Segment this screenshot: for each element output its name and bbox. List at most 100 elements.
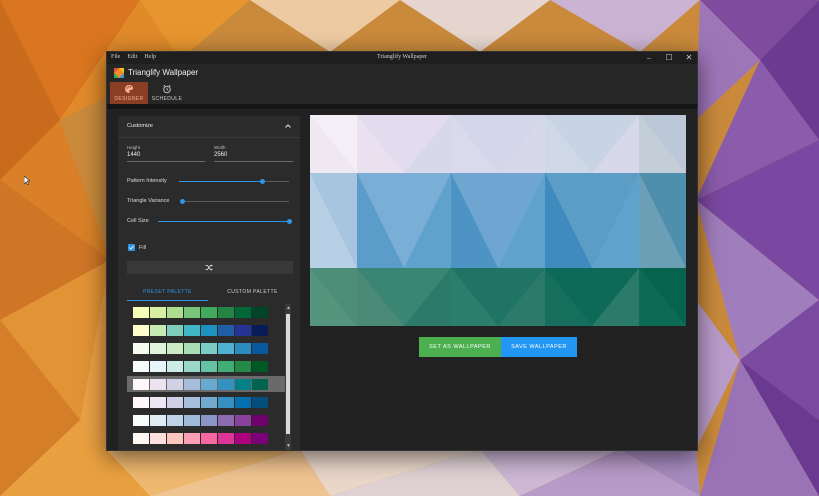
shuffle-button[interactable] — [127, 261, 293, 274]
palette-swatch — [167, 433, 183, 444]
window-controls: – ☐ ✕ — [645, 53, 693, 62]
palette-swatch — [201, 361, 217, 372]
pattern-intensity-thumb[interactable] — [260, 179, 266, 184]
save-wallpaper-button[interactable]: SAVE WALLPAPER — [501, 337, 577, 357]
app-name: Trianglify Wallpaper — [128, 68, 199, 77]
palette-swatch — [252, 433, 268, 444]
pattern-intensity-slider[interactable] — [179, 179, 289, 184]
height-underline — [127, 161, 205, 162]
width-label: Width — [214, 145, 226, 150]
palette-swatch — [218, 361, 234, 372]
palette-scrollbar[interactable]: ▲ ▼ — [285, 304, 291, 450]
palette-swatch — [252, 361, 268, 372]
cell-size-row: Cell Size — [127, 217, 293, 227]
palette-swatch — [235, 397, 251, 408]
customize-header[interactable]: Customize — [118, 116, 300, 138]
palette-swatch — [235, 361, 251, 372]
minimize-button[interactable]: – — [645, 53, 653, 62]
palette-swatch — [201, 415, 217, 426]
palette-swatch — [218, 307, 234, 318]
divider — [107, 104, 697, 109]
triangle-variance-thumb[interactable] — [179, 199, 185, 204]
width-underline — [214, 161, 293, 162]
chevron-up-icon[interactable] — [284, 122, 292, 130]
palette-swatch — [167, 415, 183, 426]
palette-swatch — [252, 307, 268, 318]
palette-swatch — [252, 379, 268, 390]
palette-swatch — [184, 361, 200, 372]
active-tab-indicator — [127, 300, 208, 301]
main-tabs: DESIGNER SCHEDULE — [110, 82, 186, 104]
palette-swatch — [184, 343, 200, 354]
palette-swatch — [184, 379, 200, 390]
title-bar[interactable]: File Edit Help Trianglify Wallpaper – ☐ … — [107, 52, 697, 64]
width-value: 2560 — [214, 152, 228, 158]
app-bar: Trianglify Wallpaper DESIGNER SCHEDULE — [107, 64, 697, 104]
palette-swatch — [150, 325, 166, 336]
palette-swatch — [167, 343, 183, 354]
palette-swatch — [167, 307, 183, 318]
tab-schedule-label: SCHEDULE — [151, 96, 183, 102]
palette-swatch — [133, 325, 149, 336]
scroll-up-icon[interactable]: ▲ — [286, 305, 291, 311]
customize-title: Customize — [127, 123, 153, 129]
wallpaper-preview — [310, 115, 686, 326]
mouse-cursor-icon — [24, 176, 30, 185]
fill-label: Fill — [139, 245, 147, 251]
palette-swatch — [150, 433, 166, 444]
alarm-clock-icon — [163, 84, 171, 94]
palette-row[interactable] — [127, 358, 285, 374]
triangle-variance-slider[interactable] — [179, 199, 289, 204]
palette-row[interactable] — [127, 322, 285, 338]
palette-swatch — [235, 433, 251, 444]
palette-swatch — [167, 361, 183, 372]
palette-tabs: PRESET PALETTE CUSTOM PALETTE — [127, 287, 293, 302]
palette-row[interactable] — [127, 394, 285, 410]
cell-size-thumb[interactable] — [286, 219, 292, 224]
palette-swatch — [184, 325, 200, 336]
palette-row[interactable] — [127, 412, 285, 428]
palette-swatch — [150, 397, 166, 408]
preview-pattern — [310, 115, 686, 326]
cell-size-slider[interactable] — [158, 219, 292, 224]
palette-swatch — [133, 397, 149, 408]
palette-row[interactable] — [127, 430, 285, 446]
palette-swatch — [252, 397, 268, 408]
window-title: Trianglify Wallpaper — [376, 54, 427, 60]
height-field[interactable]: Height 1440 — [127, 145, 205, 162]
maximize-button[interactable]: ☐ — [665, 53, 673, 62]
tab-schedule[interactable]: SCHEDULE — [148, 82, 186, 104]
palette-swatch — [235, 325, 251, 336]
palette-swatch — [133, 361, 149, 372]
palette-swatch — [252, 325, 268, 336]
palette-swatch — [133, 379, 149, 390]
palette-row[interactable] — [127, 304, 285, 320]
palette-swatch — [218, 415, 234, 426]
palette-row[interactable] — [127, 340, 285, 356]
palette-swatch — [133, 433, 149, 444]
palette-swatch — [218, 379, 234, 390]
width-field[interactable]: Width 2560 — [214, 145, 293, 162]
fill-checkbox[interactable] — [128, 244, 135, 251]
palette-swatch — [150, 415, 166, 426]
palette-swatch — [167, 325, 183, 336]
app-logo-icon — [114, 68, 124, 78]
palette-row[interactable] — [127, 376, 285, 392]
tab-custom-palette[interactable]: CUSTOM PALETTE — [212, 287, 293, 302]
palette-swatch — [184, 415, 200, 426]
close-button[interactable]: ✕ — [685, 53, 693, 62]
palette-swatch — [184, 307, 200, 318]
height-value: 1440 — [127, 152, 141, 158]
pattern-intensity-fill — [179, 181, 263, 182]
palette-swatch — [150, 343, 166, 354]
tab-designer[interactable]: DESIGNER — [110, 82, 148, 104]
scroll-down-icon[interactable]: ▼ — [286, 443, 291, 449]
triangle-variance-row: Triangle Variance — [127, 197, 293, 207]
set-as-wallpaper-button[interactable]: SET AS WALLPAPER — [419, 337, 501, 357]
cell-size-label: Cell Size — [127, 218, 149, 224]
cell-size-fill — [158, 221, 289, 222]
palette-swatch — [235, 307, 251, 318]
palette-swatch — [201, 325, 217, 336]
palette-swatch — [167, 379, 183, 390]
scroll-thumb[interactable] — [286, 314, 290, 434]
